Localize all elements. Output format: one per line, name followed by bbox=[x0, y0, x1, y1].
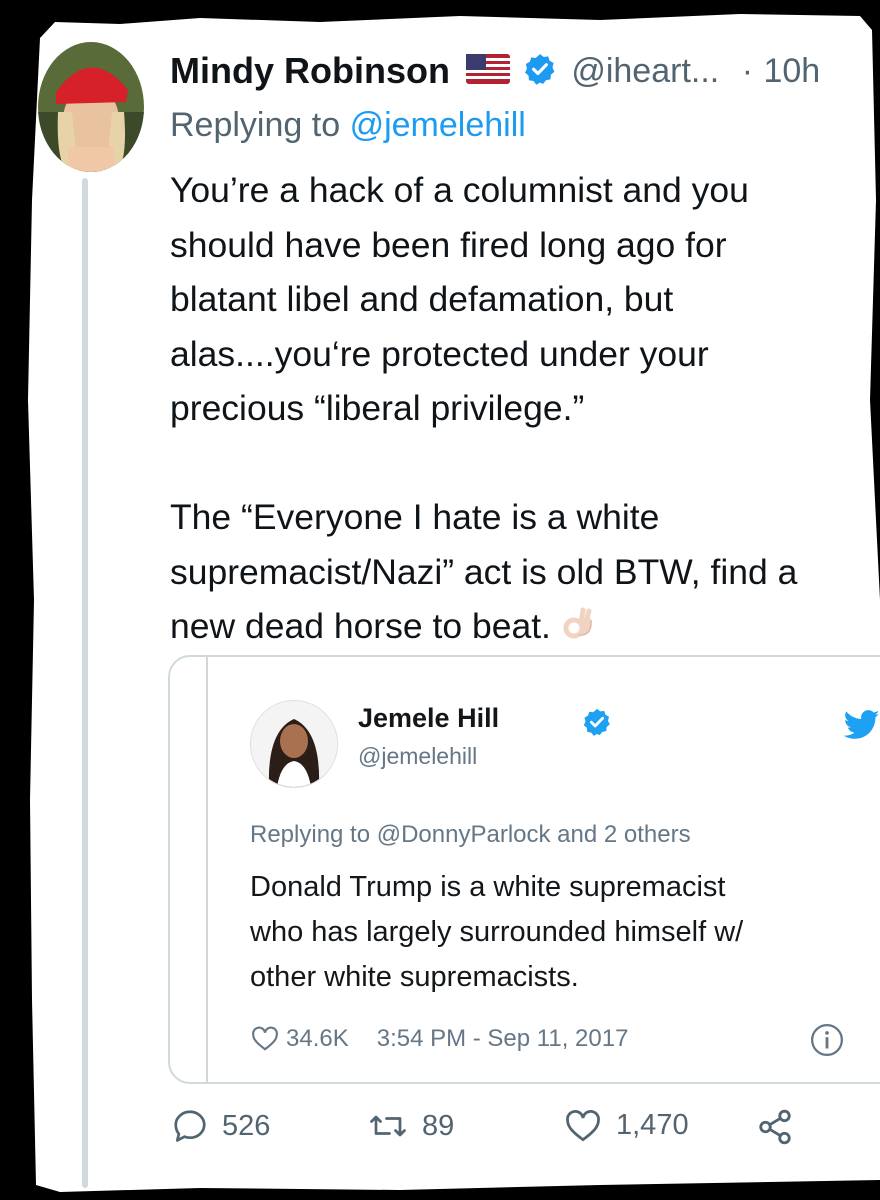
quoted-tweet-card[interactable]: Jemele Hill @jemelehill Replying to @Don… bbox=[168, 655, 880, 1084]
retweet-count: 89 bbox=[422, 1109, 455, 1142]
quoted-replying-to: Replying to @DonnyParlock and 2 others bbox=[250, 821, 691, 848]
retweet-icon bbox=[370, 1115, 406, 1137]
tweet-timestamp[interactable]: 10h bbox=[763, 52, 820, 90]
twitter-bird-icon bbox=[843, 710, 880, 745]
share-button[interactable] bbox=[756, 1108, 794, 1146]
verified-badge-icon bbox=[523, 52, 557, 91]
replying-prefix: Replying to bbox=[170, 106, 341, 144]
quoted-timestamp: 3:54 PM - Sep 11, 2017 bbox=[376, 1025, 629, 1052]
retweet-button[interactable]: 89 bbox=[368, 1108, 454, 1144]
quoted-author-handle: @jemelehill bbox=[358, 743, 478, 769]
quoted-like-count: 34.6K bbox=[286, 1025, 349, 1052]
reply-icon bbox=[174, 1110, 206, 1142]
info-icon bbox=[810, 1023, 844, 1062]
replying-to-mention[interactable]: @jemelehill bbox=[350, 106, 526, 144]
heart-icon bbox=[566, 1110, 600, 1142]
author-handle[interactable]: @iheart... bbox=[571, 52, 719, 90]
tweet-text-line: supremacist/Nazi” act is old BTW, find a bbox=[170, 551, 798, 592]
quoted-verified-badge-icon bbox=[582, 707, 612, 742]
like-button[interactable]: 1,470 bbox=[564, 1108, 689, 1142]
tweet-text-line: new dead horse to beat. bbox=[170, 606, 551, 646]
tweet-text-line: The “Everyone I hate is a white bbox=[170, 497, 660, 537]
us-flag-icon bbox=[466, 53, 511, 89]
tweet-text-line: should have been fired long ago for bbox=[170, 224, 727, 265]
like-count: 1,470 bbox=[616, 1108, 689, 1141]
tweet-text-line: You’re a hack of a columnist and you bbox=[170, 170, 749, 210]
tweet-text-line: precious “liberal privilege.” bbox=[170, 388, 585, 428]
thread-connector-line bbox=[82, 178, 88, 1188]
author-avatar[interactable] bbox=[38, 42, 144, 172]
quoted-text-line: Donald Trump is a white supremacist bbox=[250, 871, 726, 903]
author-name[interactable]: Mindy Robinson bbox=[170, 50, 450, 91]
tweet-text-line: alas....you‘re protected under your bbox=[170, 333, 709, 374]
reply-count: 526 bbox=[222, 1109, 271, 1142]
tweet-body: You’re a hack of a columnist and you sho… bbox=[170, 163, 880, 654]
separator-dot: · bbox=[741, 51, 754, 90]
reply-button[interactable]: 526 bbox=[172, 1108, 270, 1144]
tweet-text-line-last: new dead horse to beat. bbox=[170, 599, 880, 654]
quoted-text-line: who has largely surrounded himself w/ bbox=[250, 916, 744, 948]
quoted-heart-icon bbox=[250, 1025, 280, 1058]
quoted-tweet-screenshot: Jemele Hill @jemelehill Replying to @Don… bbox=[206, 657, 880, 1082]
quoted-author-name: Jemele Hill bbox=[358, 703, 500, 733]
replying-to-line: Replying to @jemelehill bbox=[170, 106, 526, 145]
quoted-text-line: other white supremacists. bbox=[250, 961, 579, 993]
quoted-footer: 34.6K 3:54 PM - Sep 11, 2017 bbox=[250, 1025, 628, 1058]
quoted-tweet-body: Donald Trump is a white supremacist who … bbox=[250, 865, 870, 1000]
ok-hand-emoji-icon bbox=[559, 606, 599, 654]
quoted-author-avatar bbox=[250, 700, 338, 788]
tweet-header: Mindy Robinson @iheart... · 10h bbox=[170, 50, 880, 100]
share-icon bbox=[759, 1109, 791, 1145]
tweet-text-line: blatant libel and defamation, but bbox=[170, 279, 674, 319]
tweet-action-bar: 526 89 1,470 bbox=[172, 1108, 822, 1152]
